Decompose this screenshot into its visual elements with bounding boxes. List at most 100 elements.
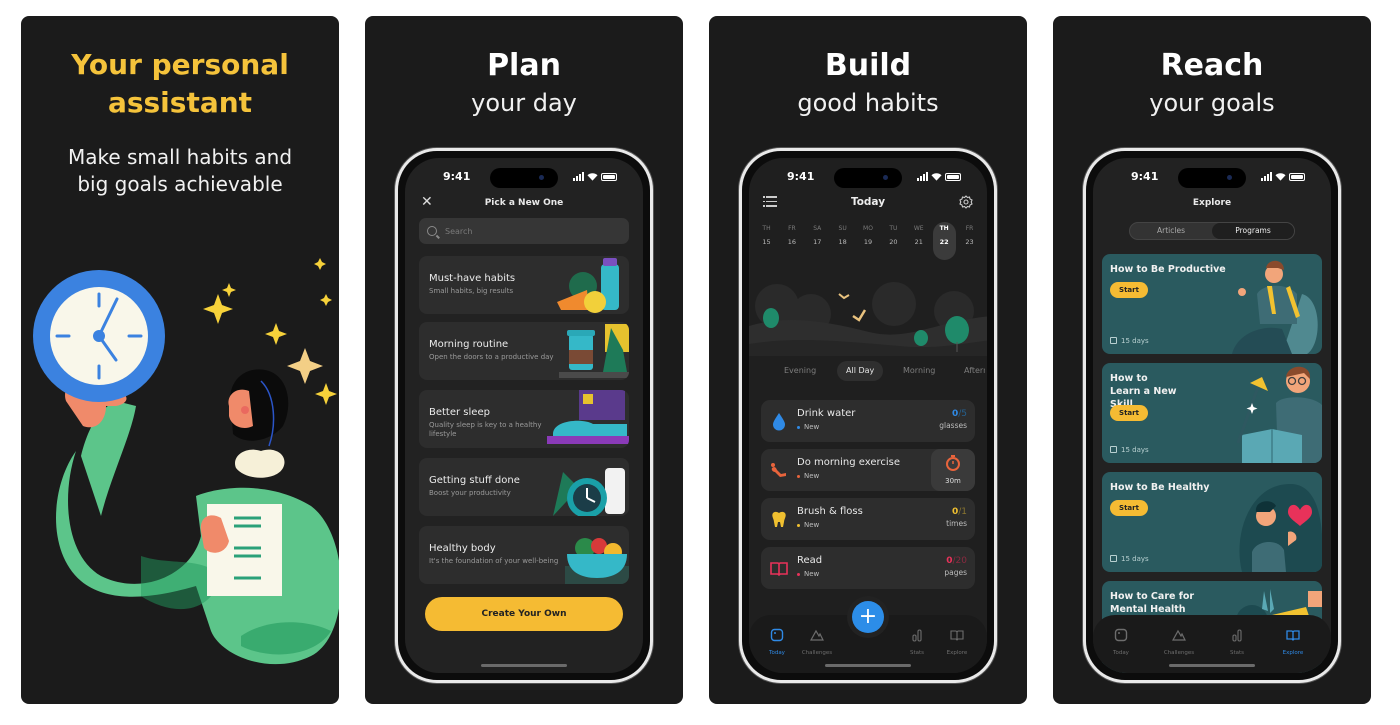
category-card[interactable]: Must-have habits Small habits, big resul… (419, 256, 629, 314)
habit-row[interactable]: Drink water New 0/5 glasses (761, 400, 975, 442)
filter-all-day[interactable]: All Day (837, 361, 884, 381)
create-your-own-button[interactable]: Create Your Own (425, 597, 623, 631)
tab-label: Challenges (1163, 650, 1195, 656)
day-cell[interactable]: FR 23 (958, 222, 981, 260)
status-label: New (804, 423, 820, 431)
program-duration: 15 days (1110, 337, 1149, 345)
start-button[interactable]: Start (1110, 282, 1148, 298)
tab-explore[interactable]: Explore (933, 627, 981, 656)
calendar-icon (1110, 555, 1117, 562)
date: 22 (939, 238, 949, 246)
promo-panel-plan-your-day: Plan your day 9:41 ✕ Pick a New One Must… (365, 16, 683, 704)
reading-person-illustration (1236, 366, 1322, 463)
category-card[interactable]: Healthy body It's the foundation of your… (419, 526, 629, 584)
week-strip: TH 15 FR 16 SA 17 SU 18 MO 19 TU 20 WE 21 TH 22 … (755, 222, 981, 260)
alarm-clock-illustration (553, 468, 625, 516)
open-book-icon (950, 630, 964, 641)
day-cell[interactable]: TU 20 (882, 222, 905, 260)
weekday: SA (813, 225, 822, 232)
tab-stats[interactable]: Stats (1213, 627, 1261, 656)
tab-today[interactable]: Today (1097, 627, 1145, 656)
day-cell-selected[interactable]: TH 22 (932, 222, 956, 260)
tab-challenges[interactable]: Challenges (1155, 627, 1203, 656)
segment-programs[interactable]: Programs (1212, 223, 1294, 239)
promo-panel-personal-assistant: Your personal assistant Make small habit… (21, 16, 339, 704)
time-of-day-filter: Evening All Day Morning Afternoon (749, 361, 987, 381)
habit-progress: 0/1 times (946, 507, 967, 530)
day-cell[interactable]: WE 21 (907, 222, 930, 260)
program-card[interactable]: How to Be Productive Start 15 days (1102, 254, 1322, 354)
headline: Plan your day (365, 46, 683, 120)
habit-row[interactable]: Do morning exercise New 30m (761, 449, 975, 491)
search-input[interactable] (445, 226, 595, 236)
progress-goal: /5 (958, 409, 967, 419)
habit-row[interactable]: Brush & floss New 0/1 times (761, 498, 975, 540)
headline-regular: good habits (797, 89, 939, 117)
menu-list-icon[interactable] (763, 196, 777, 208)
date: 23 (965, 238, 974, 246)
filter-morning[interactable]: Morning (894, 361, 944, 381)
stats-bars-icon (1232, 629, 1242, 642)
habit-name: Drink water (797, 408, 856, 419)
category-card[interactable]: Morning routine Open the doors to a prod… (419, 322, 629, 380)
dynamic-island (1178, 168, 1246, 188)
category-card[interactable]: Better sleep Quality sleep is key to a h… (419, 390, 629, 448)
filter-afternoon[interactable]: Afternoon (955, 361, 985, 381)
day-cell[interactable]: FR 16 (780, 222, 803, 260)
headline-regular: your day (471, 89, 577, 117)
program-card[interactable]: How to Learn a New Skill Start 15 days (1102, 363, 1322, 463)
status-time: 9:41 (787, 170, 815, 183)
tab-explore[interactable]: Explore (1269, 627, 1317, 656)
timer-button[interactable]: 30m (931, 449, 975, 491)
stats-bars-icon (912, 629, 922, 642)
status-time: 9:41 (1131, 170, 1159, 183)
habit-row[interactable]: Read New 0/20 pages (761, 547, 975, 589)
search-field[interactable] (419, 218, 629, 244)
date: 20 (889, 238, 898, 246)
day-cell[interactable]: TH 15 (755, 222, 778, 260)
progress-unit: pages (944, 568, 967, 577)
weekday: TU (889, 225, 898, 232)
segment-articles[interactable]: Articles (1130, 223, 1212, 239)
tab-label: Explore (946, 650, 968, 656)
day-cell[interactable]: MO 19 (857, 222, 880, 260)
battery-icon (945, 172, 961, 181)
day-cell[interactable]: SU 18 (831, 222, 854, 260)
tab-challenges[interactable]: Challenges (793, 627, 841, 656)
tooth-icon (772, 511, 786, 527)
headline-bold: Plan (487, 48, 561, 83)
status-bar: 9:41 (1093, 168, 1331, 188)
exercise-icon (771, 463, 786, 477)
weekday: SU (838, 225, 847, 232)
water-drop-icon (773, 413, 785, 431)
headline-bold: Reach (1160, 48, 1264, 83)
habit-name: Read (797, 555, 823, 566)
phone-mockup: 9:41 Explore Articles Programs How to Be… (1083, 148, 1341, 683)
habit-status: New (797, 472, 819, 480)
screen-title: Explore (1192, 198, 1232, 208)
gear-icon[interactable] (959, 195, 973, 209)
day-cell[interactable]: SA 17 (806, 222, 829, 260)
progress-unit: glasses (939, 421, 967, 430)
program-title: How to Be Healthy (1110, 482, 1210, 493)
weekday: FR (965, 225, 974, 232)
filter-evening[interactable]: Evening (775, 361, 825, 381)
habit-status: New (797, 570, 819, 578)
weekday: WE (913, 225, 924, 232)
category-title: Morning routine (429, 339, 509, 350)
weekday: FR (788, 225, 796, 232)
subtitle-line-1: Make small habits and (67, 145, 293, 169)
calendar-icon (1110, 337, 1117, 344)
program-card[interactable]: How to Be Healthy Start 15 days (1102, 472, 1322, 572)
start-button[interactable]: Start (1110, 405, 1148, 421)
today-screen: 9:41 Today TH 15 FR 16 SA 17 SU 18 MO 19… (749, 158, 987, 673)
category-title: Healthy body (429, 543, 496, 554)
dynamic-island (490, 168, 558, 188)
date: 16 (787, 238, 797, 246)
start-button[interactable]: Start (1110, 500, 1148, 516)
promo-panel-reach-your-goals: Reach your goals 9:41 Explore Articles P… (1053, 16, 1371, 704)
add-habit-button[interactable]: + (852, 601, 884, 633)
battery-icon (601, 172, 617, 181)
category-card[interactable]: Getting stuff done Boost your productivi… (419, 458, 629, 516)
duration-text: 15 days (1121, 337, 1149, 345)
